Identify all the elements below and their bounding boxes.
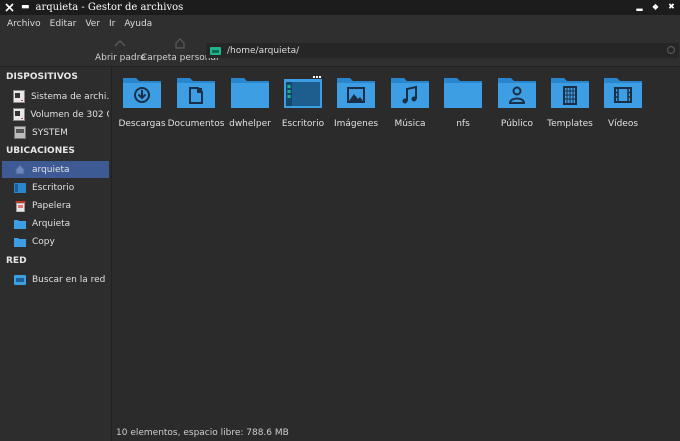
status-text: 10 elementos, espacio libre: 788.6 MB [116, 427, 289, 438]
arrow-up-icon [114, 36, 126, 50]
minimize-icon[interactable]: ▂ [635, 2, 644, 12]
file-item-descargas[interactable]: Descargas [112, 75, 172, 129]
file-item-escritorio[interactable]: Escritorio [273, 75, 333, 129]
sidebar-item-papelera[interactable]: Papelera [2, 197, 109, 214]
file-item-imagenes[interactable]: Imágenes [326, 75, 386, 129]
sidebar-item-volumen[interactable]: Volumen de 302 GB [2, 106, 109, 123]
public-folder-icon [498, 78, 536, 108]
window-title: arquieta - Gestor de archivos [35, 2, 184, 13]
sidebar-item-label: Escritorio [32, 182, 75, 193]
menu-archivo[interactable]: Archivo [7, 19, 41, 29]
network-header: RED [6, 256, 27, 266]
sidebar-item-buscar-red[interactable]: Buscar en la red [2, 271, 109, 288]
pictures-folder-icon [337, 78, 375, 108]
maximize-icon[interactable]: ◆ [651, 2, 660, 12]
file-item-musica[interactable]: Música [380, 75, 440, 129]
location-bar[interactable]: /home/arquieta/ [206, 43, 679, 58]
file-item-templates[interactable]: Templates [540, 75, 600, 129]
sidebar-item-label: Copy [32, 236, 55, 247]
location-path: /home/arquieta/ [227, 45, 300, 56]
file-item-label: Descargas [118, 119, 166, 129]
menu-ver[interactable]: Ver [85, 19, 100, 29]
sidebar-item-sistema[interactable]: Sistema de archi… [2, 88, 109, 105]
sidebar-item-system[interactable]: SYSTEM [2, 124, 109, 141]
title-bar: ▬ arquieta - Gestor de archivos ▂ ◆ ✖ [0, 0, 680, 15]
documents-folder-icon [177, 78, 215, 108]
sidebar-item-label: Arquieta [32, 218, 71, 229]
desktop-icon [13, 182, 27, 194]
sidebar-item-label: SYSTEM [32, 127, 68, 138]
drive-icon [13, 108, 26, 121]
videos-folder-icon [604, 78, 642, 108]
file-item-label: Documentos [167, 119, 225, 129]
music-folder-icon [391, 78, 429, 108]
shade-icon[interactable]: ▬ [21, 3, 30, 12]
drive-icon [13, 126, 27, 139]
devices-header: DISPOSITIVOS [6, 72, 78, 82]
window-controls: ▂ ◆ ✖ [635, 2, 676, 12]
file-view[interactable]: Descargas Documentos dwhelper Escritorio… [112, 67, 680, 424]
places-header: UBICACIONES [6, 146, 75, 156]
menu-ayuda[interactable]: Ayuda [124, 19, 152, 29]
file-item-label: nfs [456, 119, 470, 129]
window-menu-icon[interactable] [3, 2, 15, 14]
status-bar: 10 elementos, espacio libre: 788.6 MB [112, 424, 680, 441]
sidebar-item-escritorio[interactable]: Escritorio [2, 179, 109, 196]
sidebar-item-arquieta-home[interactable]: arquieta [2, 161, 109, 178]
file-item-label: Templates [547, 119, 593, 129]
sidebar: DISPOSITIVOS Sistema de archi… Volumen d… [0, 67, 112, 441]
folder-icon [13, 218, 27, 230]
folder-path-icon [210, 46, 221, 55]
menu-ir[interactable]: Ir [109, 19, 115, 29]
sidebar-item-label: arquieta [32, 164, 70, 175]
open-parent-label: Abrir padre [95, 53, 146, 63]
sidebar-item-label: Sistema de archi… [30, 91, 109, 102]
templates-folder-icon [551, 78, 589, 108]
toolbar: Abrir padre Carpeta personal /home/arqui… [0, 32, 680, 67]
drive-icon [13, 90, 26, 103]
file-item-label: dwhelper [229, 119, 271, 129]
open-parent-button[interactable]: Abrir padre [95, 36, 146, 63]
file-item-label: Público [500, 119, 534, 129]
sidebar-item-label: Papelera [32, 200, 72, 211]
close-icon[interactable]: ✖ [667, 2, 676, 12]
trash-icon [13, 200, 27, 212]
file-item-documentos[interactable]: Documentos [166, 75, 226, 129]
file-item-label: Vídeos [607, 119, 639, 129]
file-item-nfs[interactable]: nfs [433, 75, 493, 129]
home-icon [13, 164, 27, 176]
download-folder-icon [123, 78, 161, 108]
home-outline-icon [174, 36, 186, 50]
file-item-videos[interactable]: Vídeos [593, 75, 653, 129]
file-item-label: Escritorio [281, 119, 325, 129]
folder-icon [231, 78, 269, 108]
file-item-label: Imágenes [333, 119, 379, 129]
sidebar-item-arquieta-folder[interactable]: Arquieta [2, 215, 109, 232]
file-item-dwhelper[interactable]: dwhelper [220, 75, 280, 129]
folder-icon [444, 78, 482, 108]
file-item-label: Música [394, 119, 426, 129]
desktop-folder-icon [284, 76, 322, 108]
sidebar-item-copy[interactable]: Copy [2, 233, 109, 250]
menu-editar[interactable]: Editar [50, 19, 77, 29]
file-item-publico[interactable]: Público [487, 75, 547, 129]
folder-icon [13, 236, 27, 248]
sidebar-item-label: Volumen de 302 GB [30, 109, 109, 120]
sidebar-item-label: Buscar en la red [32, 274, 106, 285]
reload-icon[interactable] [666, 45, 676, 55]
network-icon [13, 274, 27, 286]
menu-bar: Archivo Editar Ver Ir Ayuda [0, 15, 680, 32]
